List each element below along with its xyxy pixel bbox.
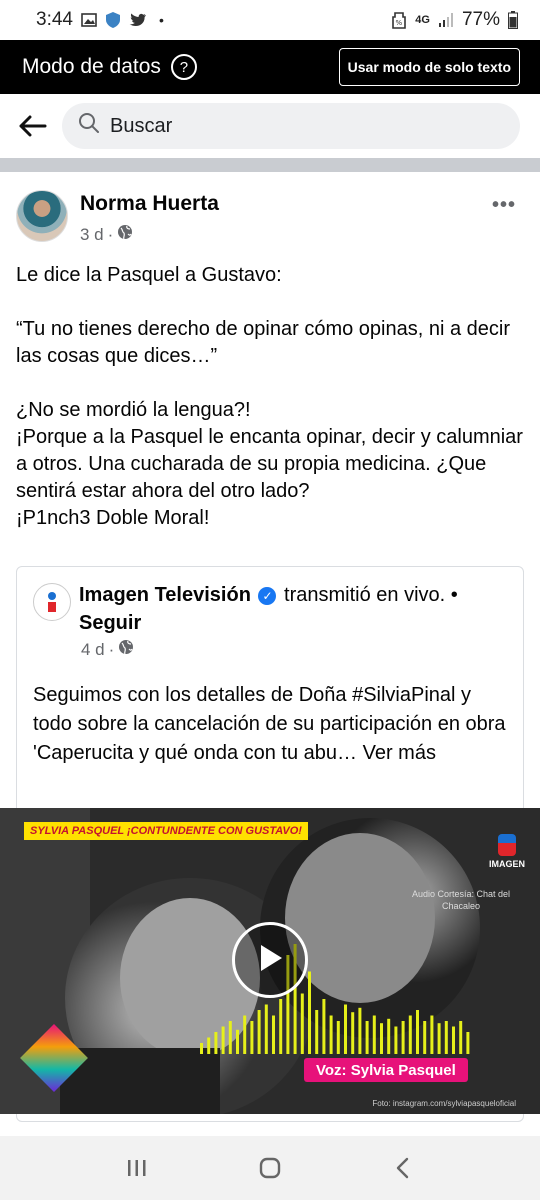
author-name[interactable]: Norma Huerta [80, 192, 219, 216]
wave-bar [416, 1010, 419, 1054]
imagen-logo-icon[interactable] [33, 583, 71, 621]
play-button[interactable] [232, 922, 308, 998]
wave-bar [264, 1004, 268, 1054]
back-arrow-icon[interactable] [14, 108, 50, 144]
post-text: Le dice la Pasquel a Gustavo: “Tu no tie… [16, 262, 530, 532]
follow-button[interactable]: Seguir [79, 612, 141, 634]
video-credit: Audio Cortesía: Chat del Chacaleo [411, 889, 511, 911]
wave-bar [452, 1026, 455, 1054]
wave-bar [214, 1032, 218, 1054]
wave-bar [437, 1023, 441, 1054]
wave-bar [236, 1029, 239, 1054]
gallery-icon [81, 13, 97, 27]
wave-bar [408, 1015, 412, 1054]
wave-bar [423, 1021, 427, 1054]
wave-bar [365, 1021, 369, 1054]
data-mode-bar: Modo de datos ? Usar modo de solo texto [0, 40, 540, 94]
post-paragraph: ¿No se mordió la lengua?! [16, 399, 251, 421]
network-label: 4G [415, 14, 430, 26]
video-brand: IMAGEN [484, 834, 530, 869]
verified-icon: ✓ [258, 587, 277, 605]
post-time[interactable]: 3 d [80, 225, 104, 245]
divider [0, 158, 540, 172]
status-bar: 3:44 • % 4G 77% [0, 0, 540, 40]
post-header: Norma Huerta 3 d · ••• [0, 178, 540, 248]
wave-bar [401, 1021, 405, 1054]
search-row: Buscar [0, 94, 540, 158]
wave-bar [200, 1043, 203, 1054]
imagen-mark-icon [498, 834, 516, 856]
status-time: 3:44 [36, 9, 73, 30]
post-paragraph: Le dice la Pasquel a Gustavo: [16, 264, 282, 286]
avatar[interactable] [16, 190, 68, 242]
wave-bar [279, 999, 283, 1054]
signal-icon [438, 12, 454, 28]
shared-time[interactable]: 4 d [81, 640, 105, 660]
video-photo-credit: Foto: instagram.com/sylviapasqueloficial [372, 1099, 516, 1108]
battery-icon [508, 11, 518, 29]
wave-bar [466, 1032, 470, 1054]
wave-bar [372, 1015, 376, 1054]
wave-bar [228, 1021, 232, 1054]
wave-bar [322, 999, 326, 1054]
wave-bar [257, 1010, 261, 1054]
globe-icon [118, 639, 134, 660]
search-icon [78, 112, 100, 140]
wave-bar [394, 1026, 398, 1054]
battery-percent: 77% [461, 9, 500, 30]
wave-bar [250, 1021, 254, 1054]
wave-bar [336, 1021, 340, 1054]
shared-action: transmitió en vivo. [284, 584, 446, 606]
globe-icon [117, 224, 133, 245]
wave-bar [207, 1037, 211, 1054]
video-banner: SYLVIA PASQUEL ¡CONTUNDENTE CON GUSTAVO! [24, 822, 308, 840]
alarm-icon: % [391, 11, 407, 29]
wave-bar [344, 1004, 347, 1054]
wave-bar [459, 1021, 463, 1054]
wave-bar [329, 1015, 333, 1054]
recent-apps-icon[interactable] [117, 1148, 157, 1188]
back-icon[interactable] [383, 1148, 423, 1188]
notification-dot-icon: • [158, 12, 164, 28]
help-icon[interactable]: ? [170, 54, 197, 80]
wave-bar [315, 1010, 319, 1054]
post-paragraph: ¡Porque a la Pasquel le encanta opinar, … [16, 426, 523, 502]
search-placeholder: Buscar [110, 114, 173, 137]
search-input[interactable]: Buscar [62, 103, 520, 149]
twitter-icon [129, 13, 147, 28]
data-mode-title: Modo de datos [22, 55, 161, 78]
video-player[interactable]: SYLVIA PASQUEL ¡CONTUNDENTE CON GUSTAVO!… [0, 808, 540, 1114]
wave-bar [221, 1026, 225, 1054]
wave-bar [387, 1018, 391, 1054]
post-paragraph: “Tu no tienes derecho de opinar cómo opi… [16, 318, 510, 367]
wave-bar [272, 1015, 275, 1054]
wave-bar [430, 1015, 434, 1054]
play-icon [255, 942, 285, 979]
post-paragraph: ¡P1nch3 Doble Moral! [16, 507, 210, 529]
system-nav-bar [0, 1136, 540, 1200]
shield-icon [105, 11, 121, 29]
shared-meta: 4 d · [81, 639, 134, 660]
svg-text:%: % [396, 19, 403, 27]
wave-bar [243, 1015, 247, 1054]
wave-bar [444, 1021, 448, 1054]
home-icon[interactable] [250, 1148, 290, 1188]
shared-page-name[interactable]: Imagen Televisión [79, 584, 251, 606]
shared-header: Imagen Televisión ✓ transmitió en vivo. … [79, 584, 458, 634]
post-meta: 3 d · [80, 224, 133, 245]
voice-tag: Voz: Sylvia Pasquel [304, 1058, 468, 1082]
wave-bar [358, 1007, 362, 1054]
wave-bar [300, 993, 304, 1054]
wave-bar [351, 1012, 355, 1054]
wave-bar [308, 971, 311, 1054]
text-only-mode-button[interactable]: Usar modo de solo texto [338, 48, 520, 86]
more-options-icon[interactable]: ••• [492, 194, 516, 217]
shared-text[interactable]: Seguimos con los detalles de Doña #Silvi… [33, 681, 513, 768]
wave-bar [380, 1023, 383, 1054]
